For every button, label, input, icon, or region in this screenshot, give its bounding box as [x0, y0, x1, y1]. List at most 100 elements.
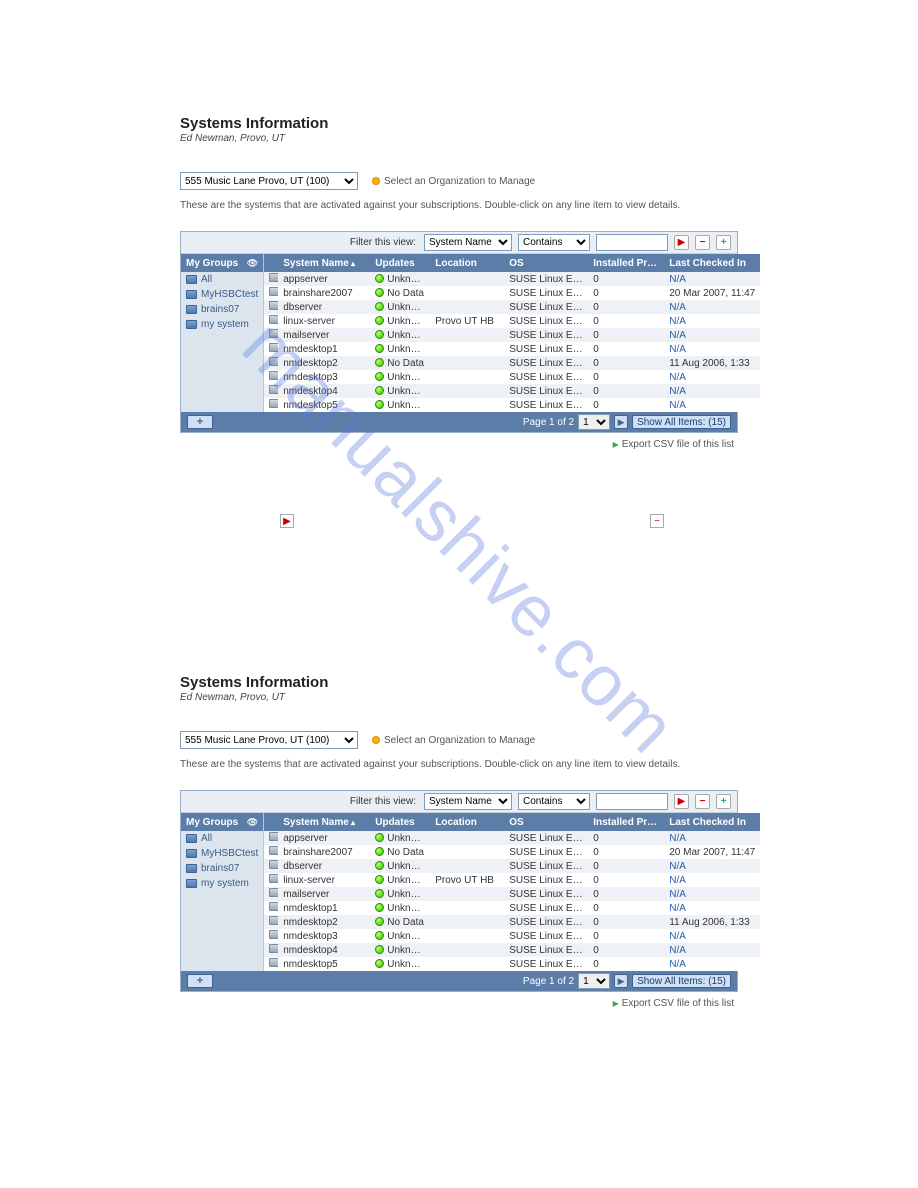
page-subtitle: Ed Newman, Provo, UT	[180, 133, 738, 144]
status-led-icon	[375, 358, 384, 367]
filter-add-icon[interactable]: +	[716, 794, 731, 809]
pager-page-select[interactable]: 1	[578, 414, 610, 430]
system-icon	[269, 944, 278, 953]
group-item-all[interactable]: All	[181, 272, 263, 287]
filter-op-select[interactable]: Contains	[518, 234, 590, 251]
warning-icon	[372, 736, 380, 744]
table-row[interactable]: nmdesktop1UnknownSUSE Linux Enterp...0N/…	[264, 901, 760, 915]
table-header: System Name Updates Location OS Installe…	[264, 813, 760, 831]
table-body: appserverUnknownSUSE Linux Enterp...0N/A…	[264, 272, 760, 412]
col-last-checked[interactable]: Last Checked In	[664, 258, 760, 269]
table-body: appserverUnknownSUSE Linux Enterp...0N/A…	[264, 831, 760, 971]
group-icon	[186, 849, 197, 858]
table-row[interactable]: nmdesktop3UnknownSUSE Linux Enterp...0N/…	[264, 370, 760, 384]
system-icon	[269, 357, 278, 366]
table-row[interactable]: nmdesktop3UnknownSUSE Linux Enterp...0N/…	[264, 929, 760, 943]
show-all-button[interactable]: Show All Items: (15)	[632, 974, 731, 988]
export-link[interactable]: ▶Export CSV file of this list	[180, 992, 738, 1013]
col-products[interactable]: Installed Products	[588, 258, 664, 269]
table-row[interactable]: nmdesktop5UnknownSUSE Linux Enterp...0N/…	[264, 398, 760, 412]
group-item[interactable]: brains07	[181, 302, 263, 317]
table-row[interactable]: nmdesktop5UnknownSUSE Linux Enterp...0N/…	[264, 957, 760, 971]
col-products[interactable]: Installed Products	[588, 817, 664, 828]
col-system-name[interactable]: System Name	[278, 258, 370, 269]
table-header: System Name Updates Location OS Installe…	[264, 254, 760, 272]
status-led-icon	[375, 344, 384, 353]
groups-header: My Groups 👁	[181, 254, 263, 272]
table-row[interactable]: dbserverUnknownSUSE Linux Enterp...0N/A	[264, 859, 760, 873]
org-select[interactable]: 555 Music Lane Provo, UT (100)	[180, 731, 358, 749]
org-select[interactable]: 555 Music Lane Provo, UT (100)	[180, 172, 358, 190]
group-item[interactable]: brains07	[181, 861, 263, 876]
export-link[interactable]: ▶Export CSV file of this list	[180, 433, 738, 454]
group-item-all[interactable]: All	[181, 831, 263, 846]
show-all-button[interactable]: Show All Items: (15)	[632, 415, 731, 429]
eye-icon[interactable]: 👁	[247, 258, 258, 269]
table-row[interactable]: brainshare2007No DataSUSE Linux Enterp..…	[264, 845, 760, 859]
table-row[interactable]: mailserverUnknownSUSE Linux Enterp...0N/…	[264, 328, 760, 342]
table-row[interactable]: brainshare2007No DataSUSE Linux Enterp..…	[264, 286, 760, 300]
groups-sidebar: My Groups 👁 All MyHSBCtest brains07 my s…	[181, 254, 264, 412]
pager-page-select[interactable]: 1	[578, 973, 610, 989]
add-group-button[interactable]: +	[187, 415, 213, 429]
systems-panel: Filter this view: System Name Contains ▶…	[180, 790, 738, 992]
panel-footer: + Page 1 of 2 1 ▶ Show All Items: (15)	[181, 971, 737, 991]
pager: Page 1 of 2 1 ▶ Show All Items: (15)	[523, 973, 737, 989]
filter-field-select[interactable]: System Name	[424, 793, 512, 810]
filter-bar: Filter this view: System Name Contains ▶…	[181, 791, 737, 813]
system-icon	[269, 958, 278, 967]
col-system-name[interactable]: System Name	[278, 817, 370, 828]
table-row[interactable]: linux-serverUnknownProvo UT HBSUSE Linux…	[264, 873, 760, 887]
filter-bar: Filter this view: System Name Contains ▶…	[181, 232, 737, 254]
filter-value-input[interactable]	[596, 234, 668, 251]
col-updates[interactable]: Updates	[370, 258, 430, 269]
system-icon	[269, 832, 278, 841]
table-row[interactable]: nmdesktop2No DataSUSE Linux Enterp...011…	[264, 356, 760, 370]
filter-value-input[interactable]	[596, 793, 668, 810]
group-item[interactable]: MyHSBCtest	[181, 846, 263, 861]
table-row[interactable]: appserverUnknownSUSE Linux Enterp...0N/A	[264, 272, 760, 286]
filter-add-icon[interactable]: +	[716, 235, 731, 250]
filter-remove-icon[interactable]: −	[695, 794, 710, 809]
status-led-icon	[375, 847, 384, 856]
status-led-icon	[375, 274, 384, 283]
eye-icon[interactable]: 👁	[247, 817, 258, 828]
table-row[interactable]: nmdesktop1UnknownSUSE Linux Enterp...0N/…	[264, 342, 760, 356]
system-icon	[269, 371, 278, 380]
systems-panel: Filter this view: System Name Contains ▶…	[180, 231, 738, 433]
table-row[interactable]: nmdesktop4UnknownSUSE Linux Enterp...0N/…	[264, 384, 760, 398]
table-row[interactable]: appserverUnknownSUSE Linux Enterp...0N/A	[264, 831, 760, 845]
table-row[interactable]: dbserverUnknownSUSE Linux Enterp...0N/A	[264, 300, 760, 314]
col-location[interactable]: Location	[430, 258, 504, 269]
group-item[interactable]: my system	[181, 876, 263, 891]
status-led-icon	[375, 302, 384, 311]
org-hint: Select an Organization to Manage	[372, 735, 535, 746]
system-icon	[269, 343, 278, 352]
col-location[interactable]: Location	[430, 817, 504, 828]
pager-next-icon[interactable]: ▶	[614, 415, 628, 429]
status-led-icon	[375, 889, 384, 898]
table-row[interactable]: nmdesktop4UnknownSUSE Linux Enterp...0N/…	[264, 943, 760, 957]
col-os[interactable]: OS	[504, 258, 588, 269]
table-row[interactable]: linux-serverUnknownProvo UT HBSUSE Linux…	[264, 314, 760, 328]
col-updates[interactable]: Updates	[370, 817, 430, 828]
col-last-checked[interactable]: Last Checked In	[664, 817, 760, 828]
pager-next-icon[interactable]: ▶	[614, 974, 628, 988]
table-row[interactable]: mailserverUnknownSUSE Linux Enterp...0N/…	[264, 887, 760, 901]
filter-label: Filter this view:	[350, 237, 416, 248]
table-content: System Name Updates Location OS Installe…	[264, 254, 760, 412]
status-led-icon	[375, 372, 384, 381]
group-item[interactable]: MyHSBCtest	[181, 287, 263, 302]
filter-remove-icon[interactable]: −	[695, 235, 710, 250]
filter-apply-icon[interactable]: ▶	[674, 794, 689, 809]
col-os[interactable]: OS	[504, 817, 588, 828]
group-item[interactable]: my system	[181, 317, 263, 332]
system-icon	[269, 385, 278, 394]
filter-field-select[interactable]: System Name	[424, 234, 512, 251]
filter-apply-icon[interactable]: ▶	[674, 235, 689, 250]
table-row[interactable]: nmdesktop2No DataSUSE Linux Enterp...011…	[264, 915, 760, 929]
add-group-button[interactable]: +	[187, 974, 213, 988]
org-row: 555 Music Lane Provo, UT (100) Select an…	[180, 172, 738, 190]
page-subtitle: Ed Newman, Provo, UT	[180, 692, 738, 703]
filter-op-select[interactable]: Contains	[518, 793, 590, 810]
